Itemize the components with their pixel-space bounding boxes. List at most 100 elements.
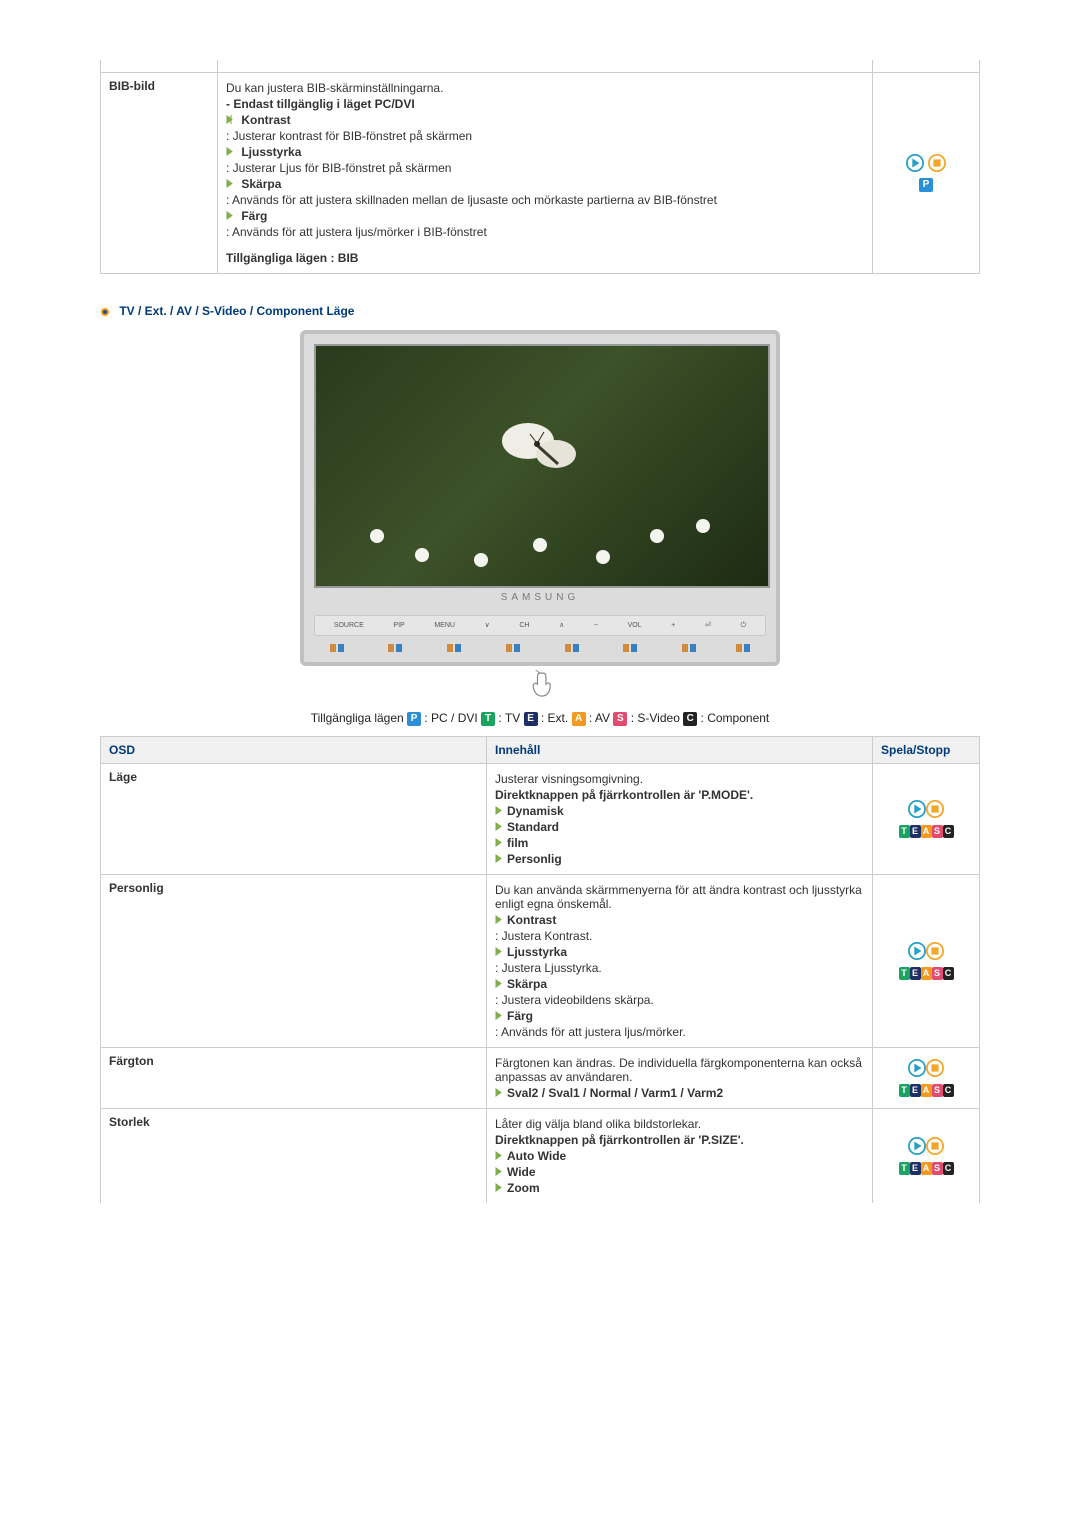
item-desc: : Används för att justera skillnaden mel… <box>226 193 864 207</box>
osd-h1: OSD <box>101 736 487 763</box>
bib-content: Du kan justera BIB-skärminställningarna.… <box>218 73 873 274</box>
line-text: Färgtonen kan ändras. De individuella fä… <box>495 1056 864 1084</box>
stop-icon <box>926 800 944 818</box>
arrow-icon <box>226 147 236 156</box>
stop-icon <box>928 154 946 172</box>
mode-badge-E: E <box>910 1084 921 1097</box>
modes-label: : TV <box>498 711 523 725</box>
monitor-btn: SOURCE <box>334 622 364 629</box>
li-item: Dynamisk <box>507 804 564 818</box>
li-item: Zoom <box>507 1181 540 1195</box>
bib-intro: Du kan justera BIB-skärminställningarna. <box>226 81 864 95</box>
cell-content: Justerar visningsomgivning. Direktknappe… <box>487 763 873 874</box>
mode-badge-T: T <box>899 1162 910 1175</box>
cell-playstop: TEASC <box>873 763 980 874</box>
section-title-text: TV / Ext. / AV / S-Video / Component Läg… <box>119 304 354 318</box>
li-item: Auto Wide <box>507 1149 566 1163</box>
cell-playstop: TEASC <box>873 874 980 1047</box>
arrow-icon <box>495 806 505 815</box>
mode-badge-C: C <box>943 825 954 838</box>
mode-badge-E: E <box>524 712 538 726</box>
stop-icon <box>926 1059 944 1077</box>
hand-pointer-icon <box>100 670 980 703</box>
li-item: Skärpa <box>507 977 547 991</box>
arrow-icon <box>226 115 236 124</box>
mode-badge-P: P <box>919 178 933 192</box>
item-title: Kontrast <box>241 113 290 127</box>
li-item: film <box>507 836 528 850</box>
play-icon <box>908 1059 926 1077</box>
li-item: Sval2 / Sval1 / Normal / Varm1 / Varm2 <box>507 1086 723 1100</box>
monitor-btn: + <box>671 622 675 629</box>
bib-label: BIB-bild <box>101 73 218 274</box>
monitor-btn: VOL <box>628 622 642 629</box>
li-desc: : Justera Kontrast. <box>495 929 864 943</box>
mode-badge-T: T <box>899 1084 910 1097</box>
butterfly-icon <box>488 406 588 486</box>
play-icon <box>908 800 926 818</box>
arrow-icon <box>495 1011 505 1020</box>
bib-table: BIB-bild Du kan justera BIB-skärminställ… <box>100 60 980 274</box>
monitor-btn: CH <box>519 622 529 629</box>
arrow-icon <box>495 822 505 831</box>
mode-badge-S: S <box>932 1084 943 1097</box>
arrow-icon <box>226 179 236 188</box>
osd-h3: Spela/Stopp <box>873 736 980 763</box>
cell-content: Låter dig välja bland olika bildstorleka… <box>487 1108 873 1203</box>
li-item: Wide <box>507 1165 536 1179</box>
li-desc: : Justera videobildens skärpa. <box>495 993 864 1007</box>
mode-badge-E: E <box>910 1162 921 1175</box>
play-icon <box>908 942 926 960</box>
line-text: Du kan använda skärmmenyerna för att änd… <box>495 883 864 911</box>
cell-label: Storlek <box>101 1108 487 1203</box>
row-lage: Läge Justerar visningsomgivning. Direktk… <box>101 763 980 874</box>
item-title: Färg <box>241 209 267 223</box>
bib-only-mode: - Endast tillgänglig i läget PC/DVI <box>226 97 864 111</box>
mode-badge-S: S <box>932 825 943 838</box>
row-personlig: Personlig Du kan använda skärmmenyerna f… <box>101 874 980 1047</box>
bullet-icon <box>100 307 110 317</box>
cell-content: Färgtonen kan ändras. De individuella fä… <box>487 1047 873 1108</box>
cell-label: Personlig <box>101 874 487 1047</box>
modes-label: : Component <box>701 711 770 725</box>
mode-badge-E: E <box>910 825 921 838</box>
osd-header-row: OSD Innehåll Spela/Stopp <box>101 736 980 763</box>
cell-playstop: TEASC <box>873 1108 980 1203</box>
line-text: Låter dig välja bland olika bildstorleka… <box>495 1117 864 1131</box>
mode-badge-S: S <box>613 712 627 726</box>
arrow-icon <box>226 211 236 220</box>
stop-icon <box>926 942 944 960</box>
cell-content: Du kan använda skärmmenyerna för att änd… <box>487 874 873 1047</box>
mode-badge-C: C <box>943 1162 954 1175</box>
mode-badge-C: C <box>943 1084 954 1097</box>
monitor-illustration: SAMSUNG SOURCE PIP MENU ∨ CH ∧ − VOL + ⏎… <box>100 330 980 703</box>
li-item: Kontrast <box>507 913 556 927</box>
bib-playstop: P <box>873 73 980 274</box>
monitor-btn: ∧ <box>559 622 564 629</box>
li-item: Standard <box>507 820 559 834</box>
arrow-icon <box>495 1151 505 1160</box>
line-text: Justerar visningsomgivning. <box>495 772 864 786</box>
cell-label: Färgton <box>101 1047 487 1108</box>
arrow-icon <box>495 854 505 863</box>
li-desc: : Justera Ljusstyrka. <box>495 961 864 975</box>
arrow-icon <box>495 1183 505 1192</box>
mode-badge-T: T <box>899 825 910 838</box>
osd-h2: Innehåll <box>487 736 873 763</box>
modes-label: : AV <box>589 711 613 725</box>
cell-playstop: TEASC <box>873 1047 980 1108</box>
monitor-btn: PIP <box>393 622 404 629</box>
monitor-btn: ⏎ <box>705 622 711 629</box>
section-title: TV / Ext. / AV / S-Video / Component Läg… <box>100 304 980 318</box>
osd-table: OSD Innehåll Spela/Stopp Läge Justerar v… <box>100 736 980 1203</box>
mode-badge-A: A <box>572 712 586 726</box>
row-storlek: Storlek Låter dig välja bland olika bild… <box>101 1108 980 1203</box>
item-desc: : Används för att justera ljus/mörker i … <box>226 225 864 239</box>
li-desc: : Används för att justera ljus/mörker. <box>495 1025 864 1039</box>
arrow-icon <box>495 947 505 956</box>
arrow-icon <box>495 1167 505 1176</box>
mode-badge-S: S <box>932 967 943 980</box>
modes-prefix: Tillgängliga lägen <box>311 711 407 725</box>
cell-label: Läge <box>101 763 487 874</box>
mode-badge-T: T <box>481 712 495 726</box>
